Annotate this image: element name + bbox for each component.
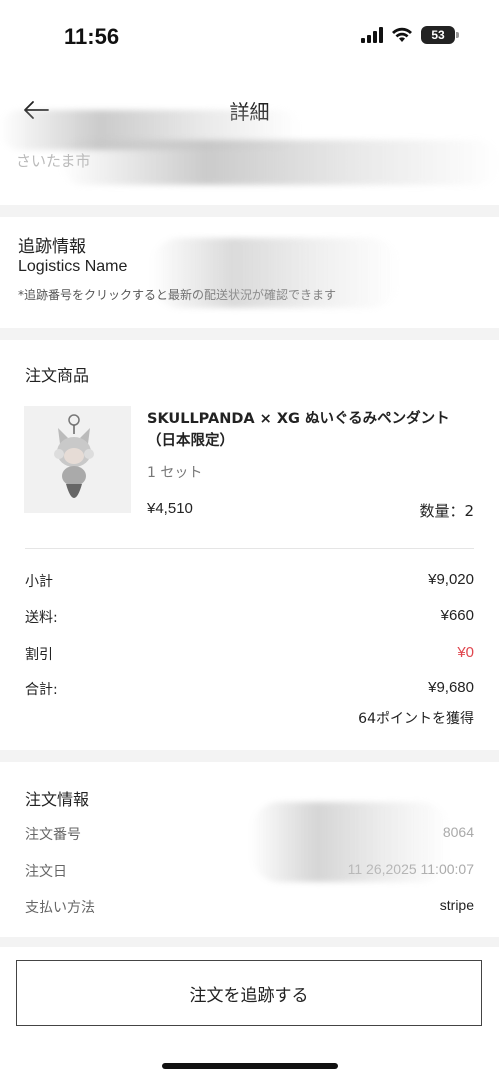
payment-method-value: stripe (439, 897, 474, 913)
status-time: 11:56 (64, 24, 120, 49)
order-info-section: 注文情報 注文番号 8064 注文日 11 26,2025 11:00:07 支… (0, 762, 499, 937)
tracking-section: 追跡情報 Logistics Name *追跡番号をクリックすると最新の配送状況… (0, 218, 499, 326)
section-gap (0, 328, 499, 340)
summary-value-discount: ¥0 (457, 644, 474, 661)
battery-icon: 53 (421, 26, 459, 44)
track-order-button[interactable]: 注文を追跡する (16, 960, 482, 1026)
status-bar: 11:56 53 (0, 0, 499, 70)
summary-value: ¥9,680 (428, 679, 474, 696)
summary-value: ¥9,020 (428, 571, 474, 588)
redaction-smudge (250, 802, 450, 882)
plush-pendant-image (54, 414, 94, 498)
shipping-address: さいたま市 (0, 110, 499, 200)
summary-label: 割引 (25, 647, 53, 663)
info-label: 注文日 (25, 864, 67, 880)
status-icons: 53 (361, 26, 459, 44)
order-info-title: 注文情報 (25, 790, 90, 809)
summary-row-subtotal: 小計 ¥9,020 (25, 571, 474, 595)
wifi-icon (392, 27, 412, 42)
product-price: ¥4,510 (147, 500, 193, 517)
divider (25, 548, 474, 549)
product-variant: 1 セット (147, 465, 203, 481)
summary-label: 送料: (25, 610, 58, 626)
tracking-title: 追跡情報 (18, 237, 86, 257)
section-gap (0, 937, 499, 947)
points-earned: 64ポイントを獲得 (358, 711, 474, 727)
info-label: 注文番号 (25, 827, 81, 843)
order-goods-section: 注文商品 SKULLPANDA × XG ぬいぐるみペンダント（日本限定） 1 … (0, 340, 499, 750)
product-quantity: 数量：2 (419, 502, 474, 520)
product-image[interactable] (24, 406, 131, 513)
summary-row-discount: 割引 ¥0 (25, 644, 474, 668)
summary-row-total: 合計: ¥9,680 (25, 679, 474, 703)
home-indicator (162, 1063, 338, 1069)
signal-icon (361, 27, 383, 43)
order-goods-title: 注文商品 (25, 366, 90, 385)
info-label: 支払い方法 (25, 900, 95, 916)
redaction-smudge (150, 238, 400, 308)
product-name[interactable]: SKULLPANDA × XG ぬいぐるみペンダント（日本限定） (147, 408, 477, 452)
summary-value: ¥660 (440, 607, 474, 624)
summary-label: 小計 (25, 574, 53, 590)
redaction-smudge (60, 140, 499, 185)
section-gap (0, 750, 499, 762)
section-gap (0, 205, 499, 217)
logistics-name[interactable]: Logistics Name (18, 258, 127, 276)
summary-label: 合計: (25, 682, 58, 698)
payment-method-row: 支払い方法 stripe (25, 897, 474, 921)
summary-row-shipping: 送料: ¥660 (25, 607, 474, 631)
